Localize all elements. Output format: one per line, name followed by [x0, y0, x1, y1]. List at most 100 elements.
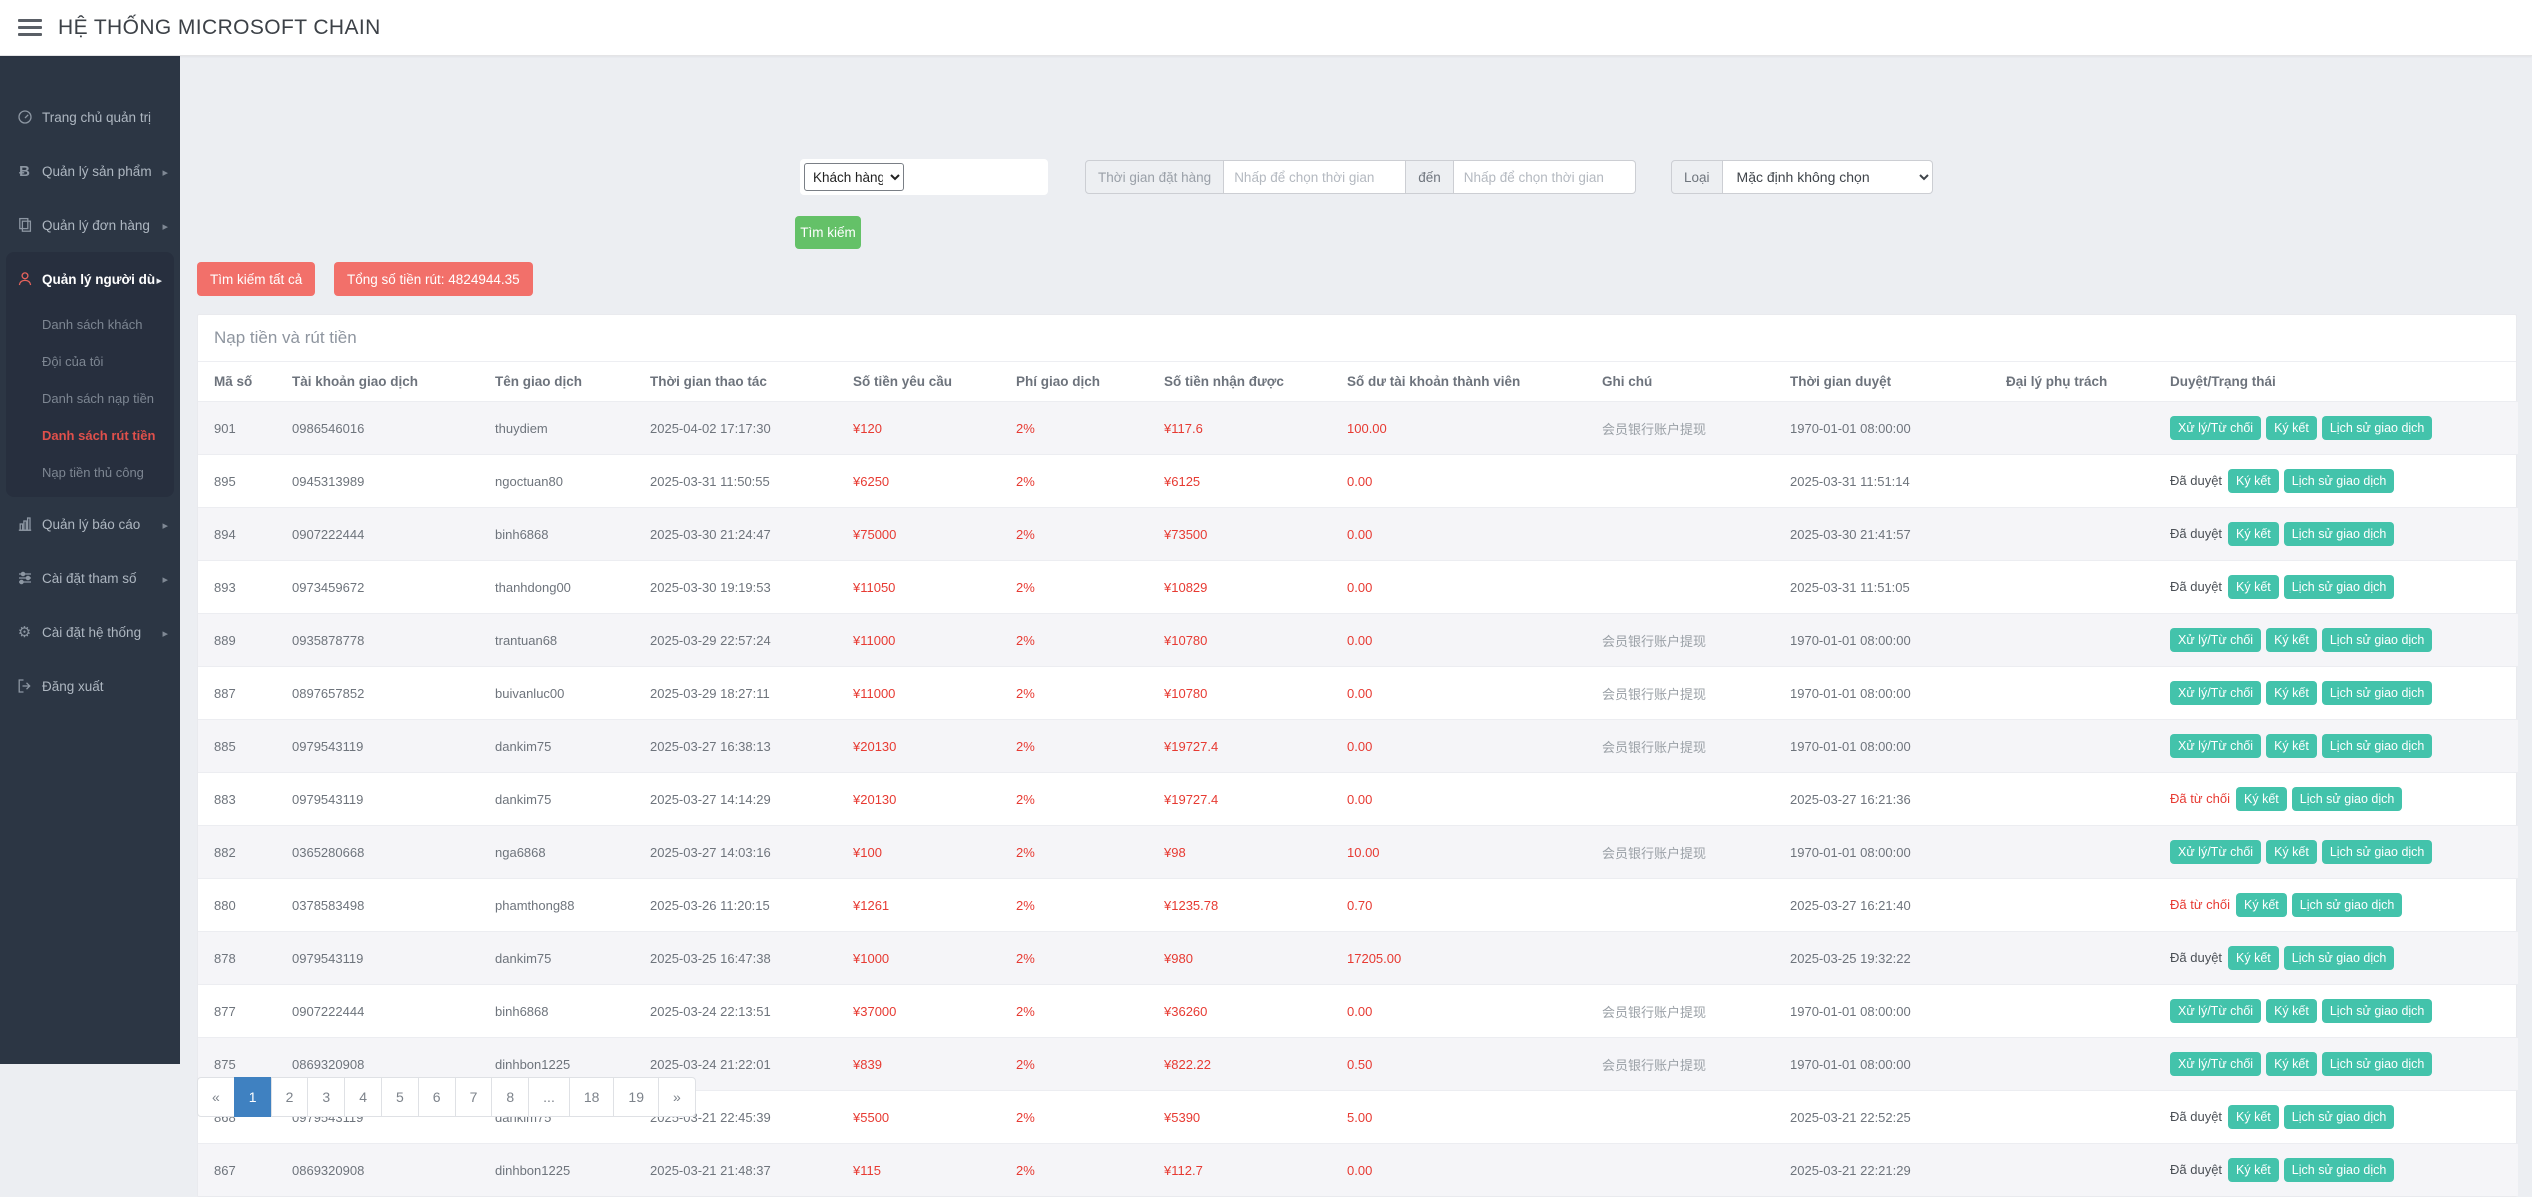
sidebar-item-users[interactable]: Quản lý người dùng — [6, 252, 174, 306]
sidebar-subitem-deposit-list[interactable]: Danh sách nạp tiền — [6, 380, 174, 417]
page-1[interactable]: 1 — [234, 1077, 272, 1117]
sign-button[interactable]: Ký kết — [2266, 1052, 2317, 1076]
row-agent — [1990, 1038, 2154, 1091]
sign-button[interactable]: Ký kết — [2236, 893, 2287, 917]
row-received: ¥980 — [1148, 932, 1331, 985]
history-button[interactable]: Lịch sử giao dịch — [2284, 1158, 2395, 1182]
sign-button[interactable]: Ký kết — [2228, 575, 2279, 599]
sidebar-subitem-customer-list[interactable]: Danh sách khách — [6, 306, 174, 343]
row-note — [1586, 561, 1774, 614]
type-select[interactable]: Mặc định không chọn — [1723, 160, 1933, 194]
sign-button[interactable]: Ký kết — [2266, 734, 2317, 758]
table-row: 8830979543119dankim752025-03-27 14:14:29… — [198, 773, 2518, 826]
sidebar-subitem-my-team[interactable]: Đội của tôi — [6, 343, 174, 380]
sidebar-subitem-withdraw-list[interactable]: Danh sách rút tiền — [6, 417, 174, 454]
sign-button[interactable]: Ký kết — [2236, 787, 2287, 811]
sign-button[interactable]: Ký kết — [2228, 1105, 2279, 1129]
sidebar-subitem-manual-deposit[interactable]: Nạp tiền thủ công — [6, 454, 174, 491]
row-received: ¥19727.4 — [1148, 773, 1331, 826]
row-agent — [1990, 773, 2154, 826]
row-note: 会员银行账户提现 — [1586, 985, 1774, 1038]
process-reject-button[interactable]: Xử lý/Từ chối — [2170, 734, 2261, 758]
history-button[interactable]: Lịch sử giao dịch — [2284, 469, 2395, 493]
next-page-button[interactable]: » — [658, 1077, 696, 1117]
sign-button[interactable]: Ký kết — [2266, 840, 2317, 864]
column-header: Phí giao dịch — [1000, 362, 1148, 402]
page-19[interactable]: 19 — [613, 1077, 659, 1117]
search-all-button[interactable]: Tìm kiếm tất cả — [197, 262, 315, 296]
row-agent — [1990, 561, 2154, 614]
history-button[interactable]: Lịch sử giao dịch — [2322, 840, 2433, 864]
history-button[interactable]: Lịch sử giao dịch — [2322, 734, 2433, 758]
row-account: 0935878778 — [276, 614, 479, 667]
customer-type-select[interactable]: Khách hàng — [804, 163, 904, 191]
row-fee: 2% — [1000, 667, 1148, 720]
process-reject-button[interactable]: Xử lý/Từ chối — [2170, 840, 2261, 864]
keyword-input[interactable] — [904, 163, 1097, 191]
page-4[interactable]: 4 — [344, 1077, 382, 1117]
sidebar-item-params[interactable]: Cài đặt tham số — [0, 551, 180, 605]
process-reject-button[interactable]: Xử lý/Từ chối — [2170, 628, 2261, 652]
sidebar-item-logout[interactable]: Đăng xuất — [0, 659, 180, 713]
row-account: 0907222444 — [276, 985, 479, 1038]
page-8[interactable]: 8 — [491, 1077, 529, 1117]
sidebar-item-system[interactable]: ⚙Cài đặt hệ thống — [0, 605, 180, 659]
sign-button[interactable]: Ký kết — [2266, 999, 2317, 1023]
hamburger-menu-icon[interactable] — [18, 19, 42, 36]
process-reject-button[interactable]: Xử lý/Từ chối — [2170, 416, 2261, 440]
row-fee: 2% — [1000, 455, 1148, 508]
history-button[interactable]: Lịch sử giao dịch — [2284, 946, 2395, 970]
total-withdraw-button[interactable]: Tổng số tiền rút: 4824944.35 — [334, 262, 533, 296]
row-id: 889 — [198, 614, 276, 667]
history-button[interactable]: Lịch sử giao dịch — [2322, 1052, 2433, 1076]
row-approve-time: 2025-03-25 19:32:22 — [1774, 932, 1990, 985]
row-fee: 2% — [1000, 508, 1148, 561]
time-to-input[interactable] — [1454, 160, 1636, 194]
history-button[interactable]: Lịch sử giao dịch — [2322, 416, 2433, 440]
sign-button[interactable]: Ký kết — [2266, 628, 2317, 652]
page-6[interactable]: 6 — [418, 1077, 456, 1117]
row-agent — [1990, 826, 2154, 879]
history-button[interactable]: Lịch sử giao dịch — [2284, 1105, 2395, 1129]
sign-button[interactable]: Ký kết — [2228, 1158, 2279, 1182]
row-name: binh6868 — [479, 985, 634, 1038]
sign-button[interactable]: Ký kết — [2228, 522, 2279, 546]
history-button[interactable]: Lịch sử giao dịch — [2292, 787, 2403, 811]
process-reject-button[interactable]: Xử lý/Từ chối — [2170, 999, 2261, 1023]
status-approved-text: Đã duyệt — [2170, 473, 2222, 488]
history-button[interactable]: Lịch sử giao dịch — [2322, 999, 2433, 1023]
type-filter-group: Loại Mặc định không chọn — [1671, 160, 1933, 194]
sidebar-item-reports[interactable]: Quản lý báo cáo — [0, 497, 180, 551]
page-7[interactable]: 7 — [455, 1077, 493, 1117]
history-button[interactable]: Lịch sử giao dịch — [2322, 628, 2433, 652]
sign-button[interactable]: Ký kết — [2228, 469, 2279, 493]
status-approved-text: Đã duyệt — [2170, 526, 2222, 541]
sidebar-item-dashboard[interactable]: Trang chủ quản trị — [0, 90, 180, 144]
process-reject-button[interactable]: Xử lý/Từ chối — [2170, 1052, 2261, 1076]
page-5[interactable]: 5 — [381, 1077, 419, 1117]
sidebar-item-orders[interactable]: Quản lý đơn hàng — [0, 198, 180, 252]
status-approved-text: Đã duyệt — [2170, 579, 2222, 594]
prev-page-button[interactable]: « — [197, 1077, 235, 1117]
sign-button[interactable]: Ký kết — [2266, 681, 2317, 705]
chevron-right-icon — [162, 571, 168, 586]
column-header: Mã số — [198, 362, 276, 402]
search-button[interactable]: Tìm kiếm — [795, 216, 861, 249]
process-reject-button[interactable]: Xử lý/Từ chối — [2170, 681, 2261, 705]
history-button[interactable]: Lịch sử giao dịch — [2284, 522, 2395, 546]
sign-button[interactable]: Ký kết — [2266, 416, 2317, 440]
row-op-time: 2025-03-27 14:03:16 — [634, 826, 837, 879]
history-button[interactable]: Lịch sử giao dịch — [2284, 575, 2395, 599]
chevron-right-icon — [162, 164, 168, 179]
page-2[interactable]: 2 — [271, 1077, 309, 1117]
sign-button[interactable]: Ký kết — [2228, 946, 2279, 970]
page-3[interactable]: 3 — [307, 1077, 345, 1117]
row-id: 885 — [198, 720, 276, 773]
report-icon — [16, 516, 33, 532]
page-18[interactable]: 18 — [569, 1077, 615, 1117]
sidebar-item-label: Quản lý sản phẩm — [42, 164, 162, 179]
time-from-input[interactable] — [1224, 160, 1406, 194]
history-button[interactable]: Lịch sử giao dịch — [2322, 681, 2433, 705]
history-button[interactable]: Lịch sử giao dịch — [2292, 893, 2403, 917]
sidebar-item-products[interactable]: ɃQuản lý sản phẩm — [0, 144, 180, 198]
